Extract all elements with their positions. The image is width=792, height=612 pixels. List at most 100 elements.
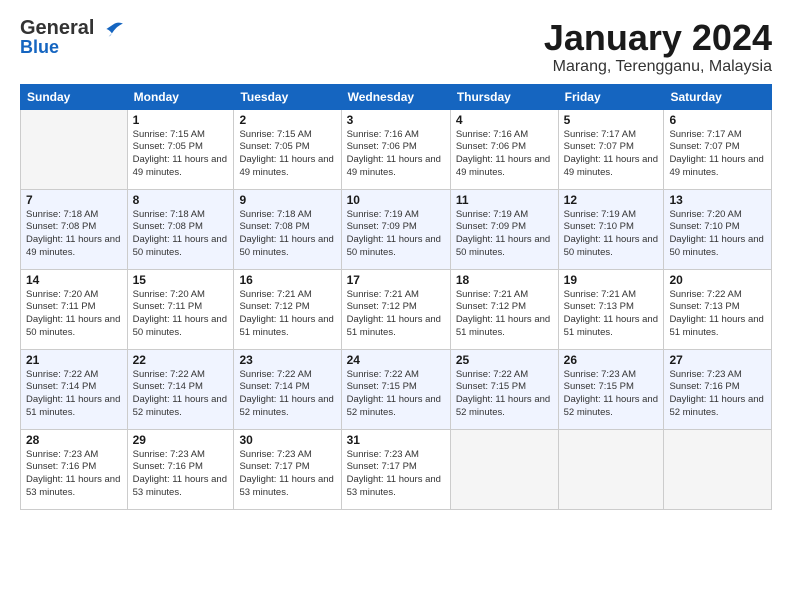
day-number: 29 (133, 433, 229, 447)
day-info: Sunrise: 7:22 AM Sunset: 7:14 PM Dayligh… (133, 369, 229, 420)
week-row-4: 21 Sunrise: 7:22 AM Sunset: 7:14 PM Dayli… (21, 349, 772, 429)
day-info: Sunrise: 7:19 AM Sunset: 7:10 PM Dayligh… (564, 209, 659, 260)
cell-2-2: 16Sunrise: 7:21 AM Sunset: 7:12 PM Dayli… (234, 269, 341, 349)
day-info: Sunrise: 7:18 AM Sunset: 7:08 PM Dayligh… (133, 209, 229, 260)
day-info: Sunrise: 7:15 AM Sunset: 7:05 PM Dayligh… (133, 129, 229, 180)
cell-0-4: 4 Sunrise: 7:16 AM Sunset: 7:06 PM Daylig… (450, 109, 558, 189)
cell-0-0 (21, 109, 128, 189)
day-info: Sunrise: 7:15 AM Sunset: 7:05 PM Dayligh… (239, 129, 335, 180)
day-info: Sunrise: 7:21 AM Sunset: 7:12 PM Dayligh… (347, 289, 445, 340)
header-row: Sunday Monday Tuesday Wednesday Thursday… (21, 84, 772, 109)
calendar-page: General Blue January 2024 Marang, Tereng… (0, 0, 792, 612)
day-number: 23 (239, 353, 335, 367)
cell-3-6: 27 Sunrise: 7:23 AM Sunset: 7:16 PM Dayli… (664, 349, 772, 429)
day-info: Sunrise: 7:21 AM Sunset: 7:13 PM Dayligh… (564, 289, 659, 340)
day-number: 14 (26, 273, 122, 287)
day-info: Sunrise: 7:17 AM Sunset: 7:07 PM Dayligh… (669, 129, 766, 180)
cell-1-2: 9Sunrise: 7:18 AM Sunset: 7:08 PM Daylig… (234, 189, 341, 269)
cell-4-0: 28 Sunrise: 7:23 AM Sunset: 7:16 PM Dayli… (21, 429, 128, 509)
day-info: Sunrise: 7:23 AM Sunset: 7:16 PM Dayligh… (26, 449, 122, 500)
day-number: 15 (133, 273, 229, 287)
cell-3-0: 21Sunrise: 7:22 AM Sunset: 7:14 PM Dayli… (21, 349, 128, 429)
day-info: Sunrise: 7:16 AM Sunset: 7:06 PM Dayligh… (456, 129, 553, 180)
header: General Blue January 2024 Marang, Tereng… (20, 18, 772, 76)
day-number: 20 (669, 273, 766, 287)
day-number: 16 (239, 273, 335, 287)
cell-3-2: 23 Sunrise: 7:22 AM Sunset: 7:14 PM Dayli… (234, 349, 341, 429)
week-row-1: 1Sunrise: 7:15 AM Sunset: 7:05 PM Daylig… (21, 109, 772, 189)
cell-0-5: 5 Sunrise: 7:17 AM Sunset: 7:07 PM Daylig… (558, 109, 664, 189)
day-number: 22 (133, 353, 229, 367)
day-number: 18 (456, 273, 553, 287)
title-block: January 2024 Marang, Terengganu, Malaysi… (544, 18, 772, 76)
logo-blue: Blue (20, 38, 59, 56)
location: Marang, Terengganu, Malaysia (544, 58, 772, 76)
day-info: Sunrise: 7:17 AM Sunset: 7:07 PM Dayligh… (564, 129, 659, 180)
cell-3-1: 22 Sunrise: 7:22 AM Sunset: 7:14 PM Dayli… (127, 349, 234, 429)
day-info: Sunrise: 7:19 AM Sunset: 7:09 PM Dayligh… (456, 209, 553, 260)
day-number: 3 (347, 113, 445, 127)
bird-icon (102, 20, 124, 38)
col-monday: Monday (127, 84, 234, 109)
day-info: Sunrise: 7:22 AM Sunset: 7:15 PM Dayligh… (347, 369, 445, 420)
calendar-table: Sunday Monday Tuesday Wednesday Thursday… (20, 84, 772, 510)
day-info: Sunrise: 7:23 AM Sunset: 7:17 PM Dayligh… (347, 449, 445, 500)
day-info: Sunrise: 7:23 AM Sunset: 7:16 PM Dayligh… (133, 449, 229, 500)
day-number: 4 (456, 113, 553, 127)
cell-3-5: 26Sunrise: 7:23 AM Sunset: 7:15 PM Dayli… (558, 349, 664, 429)
cell-4-3: 31 Sunrise: 7:23 AM Sunset: 7:17 PM Dayli… (341, 429, 450, 509)
day-info: Sunrise: 7:22 AM Sunset: 7:13 PM Dayligh… (669, 289, 766, 340)
logo: General Blue (20, 18, 124, 56)
cell-4-1: 29 Sunrise: 7:23 AM Sunset: 7:16 PM Dayli… (127, 429, 234, 509)
day-number: 5 (564, 113, 659, 127)
cell-4-2: 30 Sunrise: 7:23 AM Sunset: 7:17 PM Dayli… (234, 429, 341, 509)
day-number: 27 (669, 353, 766, 367)
day-info: Sunrise: 7:22 AM Sunset: 7:15 PM Dayligh… (456, 369, 553, 420)
cell-1-1: 8 Sunrise: 7:18 AM Sunset: 7:08 PM Daylig… (127, 189, 234, 269)
day-number: 11 (456, 193, 553, 207)
col-sunday: Sunday (21, 84, 128, 109)
cell-0-6: 6 Sunrise: 7:17 AM Sunset: 7:07 PM Daylig… (664, 109, 772, 189)
cell-4-4 (450, 429, 558, 509)
day-info: Sunrise: 7:20 AM Sunset: 7:11 PM Dayligh… (133, 289, 229, 340)
week-row-3: 14 Sunrise: 7:20 AM Sunset: 7:11 PM Dayli… (21, 269, 772, 349)
day-info: Sunrise: 7:18 AM Sunset: 7:08 PM Dayligh… (239, 209, 335, 260)
day-info: Sunrise: 7:20 AM Sunset: 7:11 PM Dayligh… (26, 289, 122, 340)
day-number: 31 (347, 433, 445, 447)
day-info: Sunrise: 7:16 AM Sunset: 7:06 PM Dayligh… (347, 129, 445, 180)
day-number: 19 (564, 273, 659, 287)
day-number: 17 (347, 273, 445, 287)
day-info: Sunrise: 7:23 AM Sunset: 7:17 PM Dayligh… (239, 449, 335, 500)
day-number: 7 (26, 193, 122, 207)
cell-2-1: 15 Sunrise: 7:20 AM Sunset: 7:11 PM Dayli… (127, 269, 234, 349)
day-number: 12 (564, 193, 659, 207)
day-info: Sunrise: 7:18 AM Sunset: 7:08 PM Dayligh… (26, 209, 122, 260)
cell-1-0: 7 Sunrise: 7:18 AM Sunset: 7:08 PM Daylig… (21, 189, 128, 269)
month-title: January 2024 (544, 18, 772, 58)
cell-3-4: 25Sunrise: 7:22 AM Sunset: 7:15 PM Dayli… (450, 349, 558, 429)
day-info: Sunrise: 7:20 AM Sunset: 7:10 PM Dayligh… (669, 209, 766, 260)
day-number: 28 (26, 433, 122, 447)
day-number: 30 (239, 433, 335, 447)
week-row-5: 28 Sunrise: 7:23 AM Sunset: 7:16 PM Dayli… (21, 429, 772, 509)
cell-2-6: 20 Sunrise: 7:22 AM Sunset: 7:13 PM Dayli… (664, 269, 772, 349)
day-info: Sunrise: 7:22 AM Sunset: 7:14 PM Dayligh… (239, 369, 335, 420)
col-friday: Friday (558, 84, 664, 109)
cell-0-1: 1Sunrise: 7:15 AM Sunset: 7:05 PM Daylig… (127, 109, 234, 189)
cell-1-5: 12 Sunrise: 7:19 AM Sunset: 7:10 PM Dayli… (558, 189, 664, 269)
day-info: Sunrise: 7:23 AM Sunset: 7:16 PM Dayligh… (669, 369, 766, 420)
day-number: 2 (239, 113, 335, 127)
cell-4-6 (664, 429, 772, 509)
cell-0-3: 3 Sunrise: 7:16 AM Sunset: 7:06 PM Daylig… (341, 109, 450, 189)
day-number: 10 (347, 193, 445, 207)
day-number: 21 (26, 353, 122, 367)
cell-2-0: 14 Sunrise: 7:20 AM Sunset: 7:11 PM Dayli… (21, 269, 128, 349)
day-number: 8 (133, 193, 229, 207)
cell-3-3: 24Sunrise: 7:22 AM Sunset: 7:15 PM Dayli… (341, 349, 450, 429)
day-info: Sunrise: 7:21 AM Sunset: 7:12 PM Dayligh… (456, 289, 553, 340)
cell-1-4: 11 Sunrise: 7:19 AM Sunset: 7:09 PM Dayli… (450, 189, 558, 269)
day-number: 6 (669, 113, 766, 127)
day-info: Sunrise: 7:23 AM Sunset: 7:15 PM Dayligh… (564, 369, 659, 420)
cell-0-2: 2 Sunrise: 7:15 AM Sunset: 7:05 PM Daylig… (234, 109, 341, 189)
cell-2-5: 19 Sunrise: 7:21 AM Sunset: 7:13 PM Dayli… (558, 269, 664, 349)
